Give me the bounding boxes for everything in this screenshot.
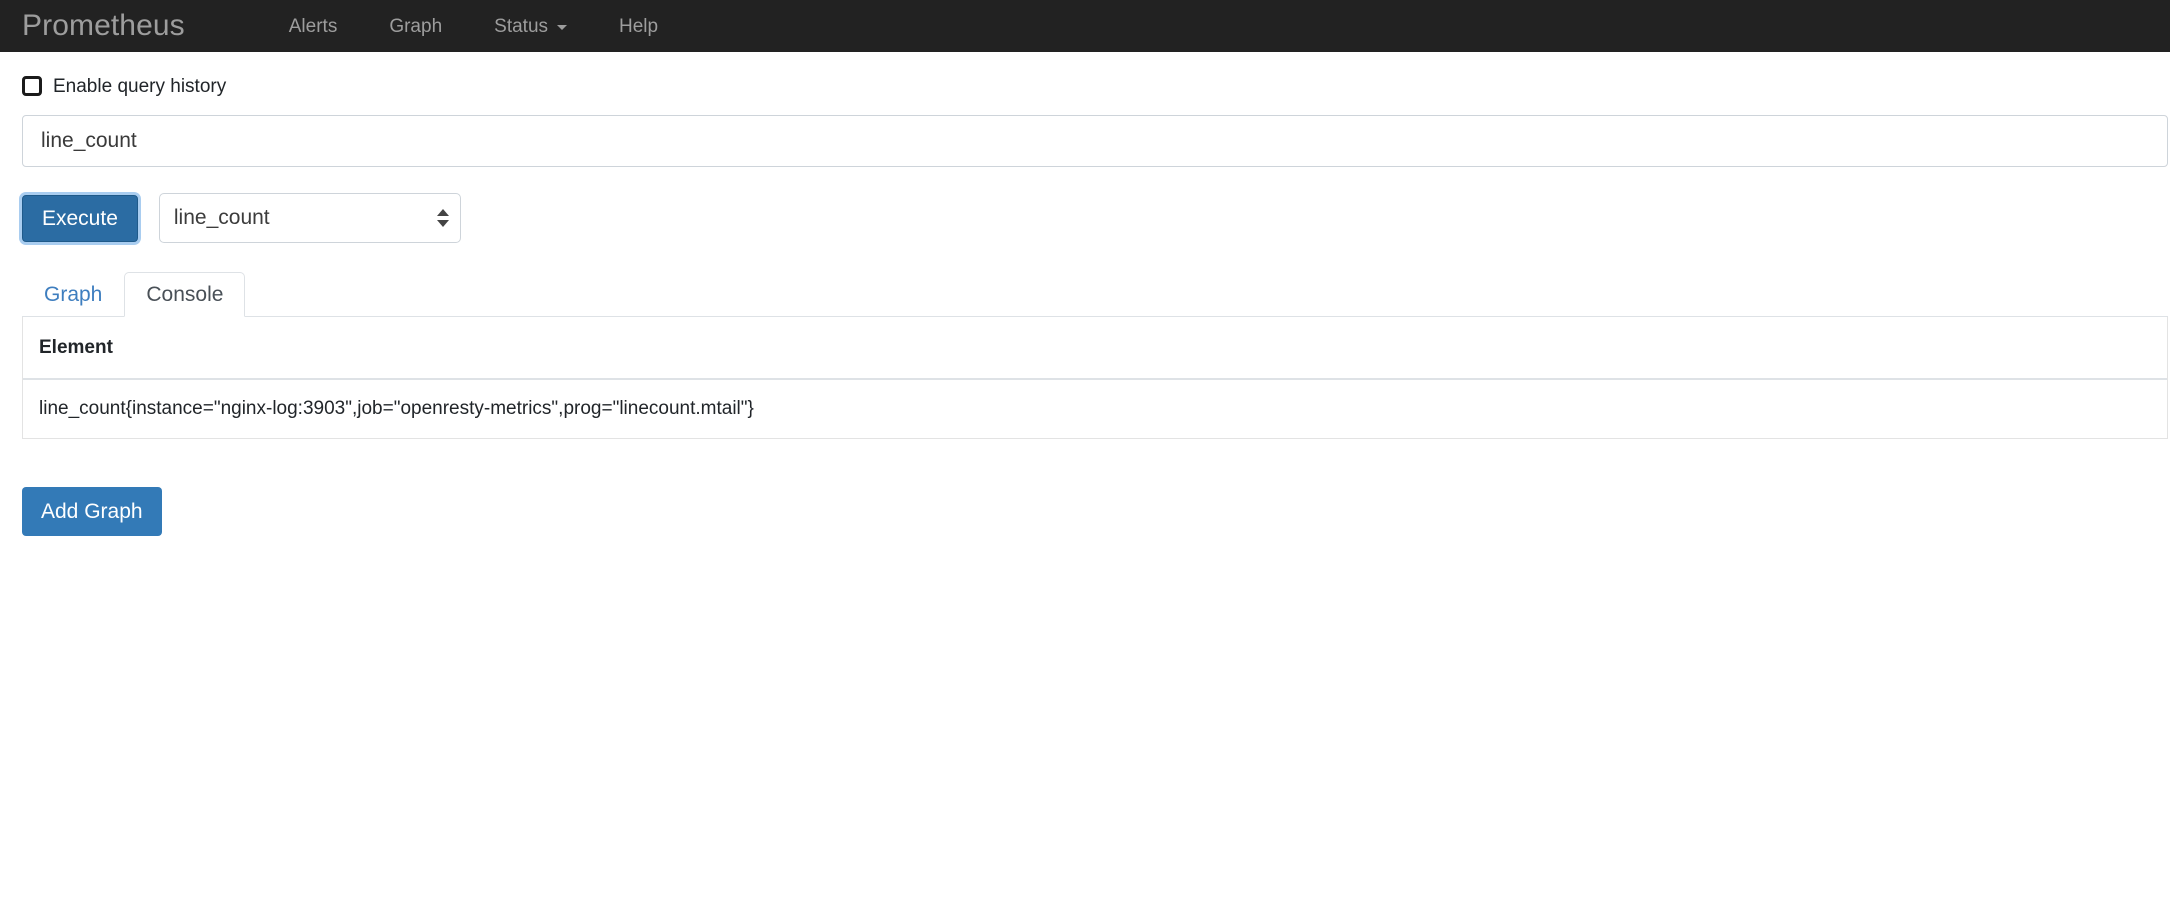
chevron-down-icon	[557, 25, 568, 30]
metric-select[interactable]: line_count	[158, 193, 461, 243]
execute-button[interactable]: Execute	[22, 194, 138, 242]
console-result-panel: Element line_count{instance="nginx-log:3…	[22, 317, 2168, 439]
navbar: Prometheus Alerts Graph Status Help	[0, 0, 2170, 52]
table-row: line_count{instance="nginx-log:3903",job…	[23, 379, 2167, 438]
result-table-body: line_count{instance="nginx-log:3903",job…	[23, 379, 2167, 438]
add-graph-button[interactable]: Add Graph	[22, 487, 162, 536]
nav-link-alerts[interactable]: Alerts	[263, 17, 364, 36]
nav-link-help[interactable]: Help	[593, 17, 684, 36]
tab-graph[interactable]: Graph	[22, 272, 124, 317]
page-content: Enable query history Execute line_count …	[0, 76, 2170, 536]
metric-select-value: line_count	[173, 206, 270, 229]
table-cell-element[interactable]: line_count{instance="nginx-log:3903",job…	[23, 379, 2167, 438]
enable-query-history-checkbox[interactable]	[22, 76, 42, 96]
stepper-updown-icon	[436, 209, 449, 227]
nav-link-graph[interactable]: Graph	[363, 17, 468, 36]
nav-link-status-label: Status	[494, 15, 549, 37]
result-table-head: Element	[23, 317, 2167, 380]
result-tabs: Graph Console	[22, 270, 2168, 317]
enable-query-history-label: Enable query history	[53, 75, 227, 97]
query-expression-input[interactable]	[22, 115, 2168, 167]
result-table: Element line_count{instance="nginx-log:3…	[23, 317, 2167, 438]
table-header-row: Element	[23, 317, 2167, 380]
column-header-element: Element	[23, 317, 2167, 380]
nav-link-status[interactable]: Status	[468, 17, 593, 36]
query-history-row: Enable query history	[22, 76, 2170, 96]
tab-console[interactable]: Console	[124, 272, 246, 317]
navbar-links: Alerts Graph Status Help	[263, 17, 684, 36]
brand-prometheus[interactable]: Prometheus	[22, 11, 195, 41]
execute-row: Execute line_count	[22, 193, 2170, 243]
